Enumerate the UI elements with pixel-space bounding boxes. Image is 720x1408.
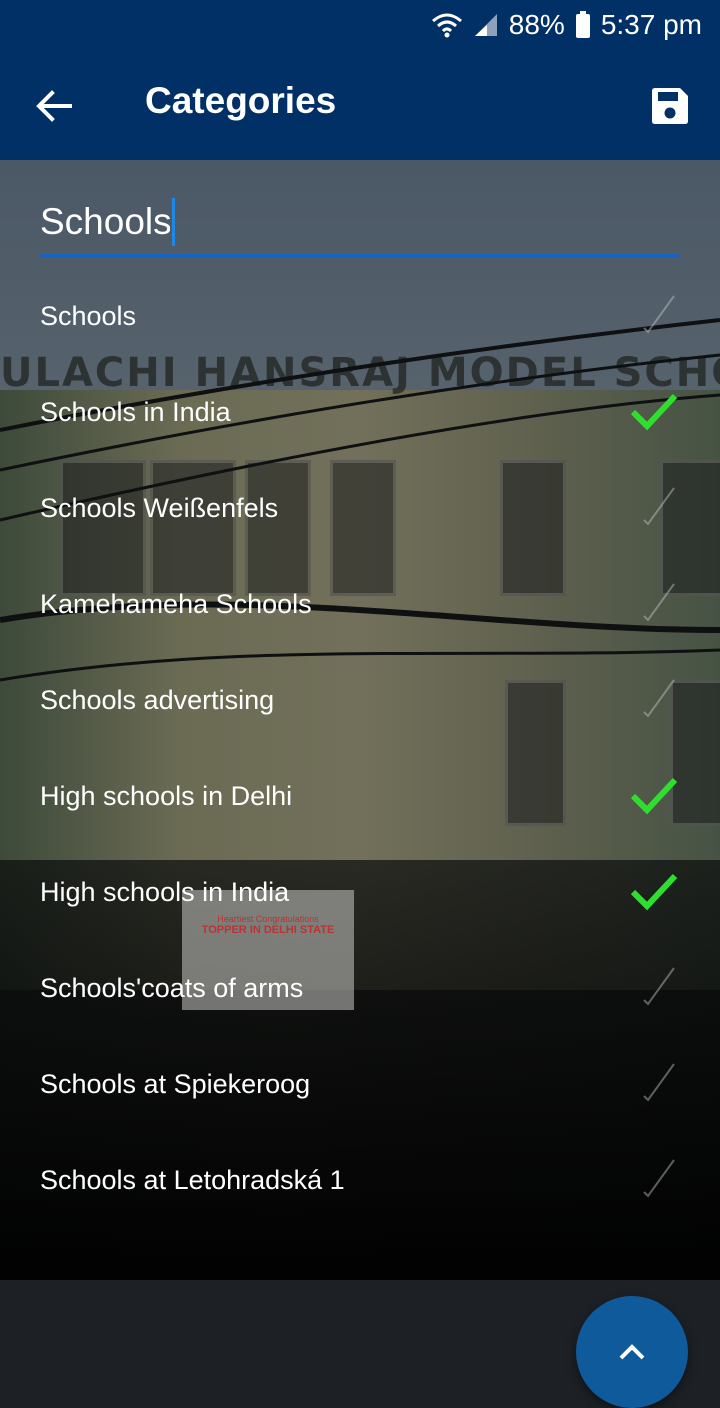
checkmark-checked-icon[interactable] xyxy=(630,388,678,436)
category-row[interactable]: Schools at Letohradská 1 xyxy=(0,1132,720,1228)
checkmark-unchecked-icon[interactable] xyxy=(630,484,678,532)
category-row[interactable]: Schools at Spiekeroog xyxy=(0,1036,720,1132)
save-button[interactable] xyxy=(638,74,702,138)
back-button[interactable] xyxy=(22,74,86,138)
battery-percent: 88% xyxy=(508,9,565,40)
category-label: Schools Weißenfels xyxy=(40,492,279,523)
category-label: Schools at Spiekeroog xyxy=(40,1068,311,1099)
category-row[interactable]: Schools xyxy=(0,268,720,364)
checkmark-unchecked-icon[interactable] xyxy=(630,580,678,628)
category-row[interactable]: Schools in India xyxy=(0,364,720,460)
app-bar: Categories xyxy=(0,50,720,160)
category-label: Schools at Letohradská 1 xyxy=(40,1164,345,1195)
scroll-up-button[interactable] xyxy=(576,1296,688,1408)
checkmark-checked-icon[interactable] xyxy=(630,868,678,916)
category-label: High schools in Delhi xyxy=(40,780,293,811)
checkmark-unchecked-icon[interactable] xyxy=(630,676,678,724)
clock: 5:37 pm xyxy=(600,9,702,40)
checkmark-unchecked-icon[interactable] xyxy=(630,964,678,1012)
category-label: Schools xyxy=(40,300,137,331)
category-search xyxy=(40,198,680,257)
category-row[interactable]: Kamehameha Schools xyxy=(0,556,720,652)
category-label: Schools'coats of arms xyxy=(40,972,304,1003)
category-row[interactable]: Schools Weißenfels xyxy=(0,460,720,556)
page-title: Categories xyxy=(145,80,337,121)
category-list: Schools Schools in India Schools Weißenfel… xyxy=(0,268,720,1228)
signal-icon xyxy=(473,12,499,38)
category-row[interactable]: High schools in Delhi xyxy=(0,748,720,844)
search-input[interactable] xyxy=(40,198,170,246)
category-label: Kamehameha Schools xyxy=(40,588,312,619)
battery-icon xyxy=(575,11,591,39)
category-label: High schools in India xyxy=(40,876,290,907)
status-bar: 88% 5:37 pm xyxy=(0,0,720,50)
categories-panel: Schools Schools in India Schools Weißenfel… xyxy=(0,160,720,1408)
wifi-icon xyxy=(431,12,463,38)
checkmark-unchecked-icon[interactable] xyxy=(630,1156,678,1204)
save-disk-icon xyxy=(652,88,688,124)
checkmark-unchecked-icon[interactable] xyxy=(630,292,678,340)
text-cursor xyxy=(172,198,175,246)
arrow-back-icon xyxy=(36,90,72,122)
chevron-up-icon xyxy=(619,1344,645,1360)
checkmark-unchecked-icon[interactable] xyxy=(630,1060,678,1108)
category-label: Schools advertising xyxy=(40,684,275,715)
category-row[interactable]: Schools advertising xyxy=(0,652,720,748)
category-label: Schools in India xyxy=(40,396,231,427)
checkmark-checked-icon[interactable] xyxy=(630,772,678,820)
category-row[interactable]: High schools in India xyxy=(0,844,720,940)
category-row[interactable]: Schools'coats of arms xyxy=(0,940,720,1036)
